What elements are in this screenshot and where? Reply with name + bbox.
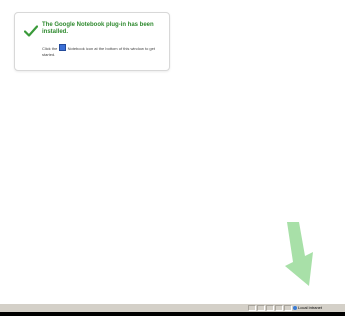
security-zone-indicator[interactable]: Local intranet xyxy=(293,305,341,311)
notebook-icon xyxy=(58,44,66,51)
status-panel xyxy=(257,305,265,311)
checkmark-icon xyxy=(24,25,38,37)
status-panel xyxy=(248,305,256,311)
status-panel xyxy=(275,305,283,311)
screen-bottom-edge xyxy=(0,312,345,316)
notice-body-text-start: Click the xyxy=(42,46,58,51)
browser-content-area: The Google Notebook plug-in has been ins… xyxy=(0,0,345,303)
plugin-installed-notice: The Google Notebook plug-in has been ins… xyxy=(14,12,170,71)
zone-label: Local intranet xyxy=(298,305,323,310)
intranet-zone-icon xyxy=(293,305,297,310)
notice-body: Click the Notebook icon at the bottom of… xyxy=(42,44,166,58)
notice-title: The Google Notebook plug-in has been ins… xyxy=(42,22,154,35)
status-panel xyxy=(284,305,292,311)
browser-status-bar: Local intranet xyxy=(0,303,345,312)
down-right-arrow-icon xyxy=(285,222,313,286)
status-panel xyxy=(266,305,274,311)
